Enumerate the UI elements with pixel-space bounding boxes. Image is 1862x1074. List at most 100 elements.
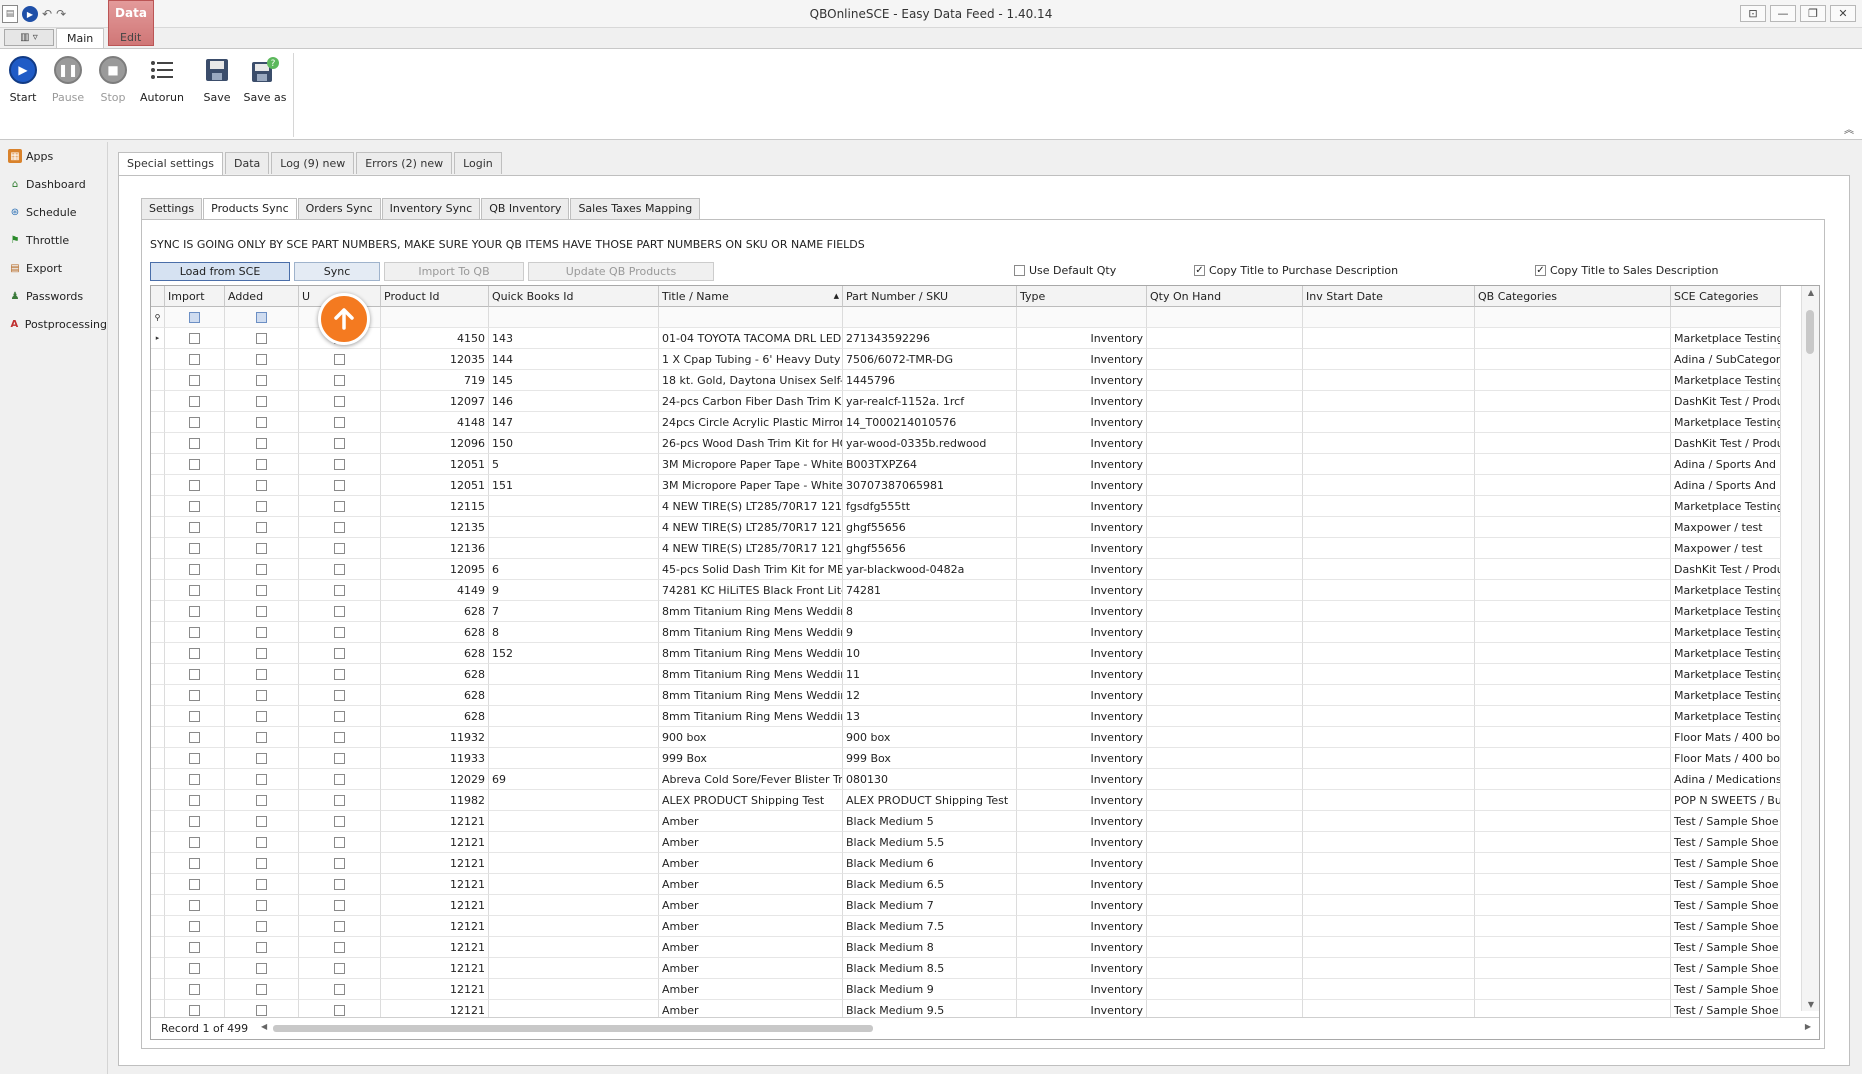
column-header-quickbooks-id[interactable]: Quick Books Id (489, 286, 659, 307)
row-indicator[interactable] (151, 685, 165, 706)
cell-qty-on-hand[interactable] (1147, 832, 1303, 853)
u-checkbox[interactable] (334, 521, 345, 533)
cell-qb-categories[interactable] (1475, 769, 1671, 790)
added-checkbox[interactable] (256, 941, 267, 953)
restore-layout-button[interactable]: ⊡ (1740, 5, 1766, 22)
added-checkbox[interactable] (256, 668, 267, 680)
added-checkbox[interactable] (256, 374, 267, 386)
cell-quickbooks-id[interactable] (489, 853, 659, 874)
import-checkbox[interactable] (189, 668, 200, 680)
cell-inv-start-date[interactable] (1303, 643, 1475, 664)
copy-title-sales-option[interactable]: ✓ Copy Title to Sales Description (1535, 264, 1718, 277)
cell-part-number[interactable]: Black Medium 8.5 (843, 958, 1017, 979)
added-checkbox[interactable] (256, 458, 267, 470)
cell-type[interactable]: Inventory (1017, 475, 1147, 496)
cell-inv-start-date[interactable] (1303, 517, 1475, 538)
u-checkbox[interactable] (334, 542, 345, 554)
cell-qty-on-hand[interactable] (1147, 769, 1303, 790)
u-checkbox[interactable] (334, 689, 345, 701)
cell-title[interactable]: Amber (659, 895, 843, 916)
cell-type[interactable]: Inventory (1017, 979, 1147, 1000)
cell-quickbooks-id[interactable] (489, 916, 659, 937)
cell-quickbooks-id[interactable] (489, 895, 659, 916)
u-checkbox[interactable] (334, 374, 345, 386)
row-indicator[interactable] (151, 874, 165, 895)
import-checkbox[interactable] (189, 584, 200, 596)
cell-quickbooks-id[interactable]: 147 (489, 412, 659, 433)
cell-qb-categories[interactable] (1475, 937, 1671, 958)
cell-title[interactable]: Amber (659, 937, 843, 958)
cell-title[interactable]: 26-pcs Wood Dash Trim Kit for HO... (659, 433, 843, 454)
cell-qb-categories[interactable] (1475, 433, 1671, 454)
sidebar-item-export[interactable]: ▤ Export (0, 254, 107, 282)
table-row[interactable]: 6281528mm Titanium Ring Mens Wedding ...… (151, 643, 1801, 664)
row-indicator[interactable] (151, 433, 165, 454)
u-checkbox[interactable] (334, 878, 345, 890)
added-checkbox[interactable] (256, 353, 267, 365)
u-checkbox[interactable] (334, 500, 345, 512)
cell-type[interactable]: Inventory (1017, 685, 1147, 706)
row-indicator[interactable] (151, 517, 165, 538)
cell-sce-categories[interactable]: Marketplace Testing / (1671, 580, 1781, 601)
cell-qb-categories[interactable] (1475, 874, 1671, 895)
cell-qty-on-hand[interactable] (1147, 601, 1303, 622)
cell-inv-start-date[interactable] (1303, 790, 1475, 811)
cell-qb-categories[interactable] (1475, 601, 1671, 622)
cell-quickbooks-id[interactable] (489, 664, 659, 685)
cell-type[interactable]: Inventory (1017, 727, 1147, 748)
cell-title[interactable]: Amber (659, 916, 843, 937)
cell-inv-start-date[interactable] (1303, 559, 1475, 580)
cell-title[interactable]: 900 box (659, 727, 843, 748)
added-checkbox[interactable] (256, 815, 267, 827)
cell-quickbooks-id[interactable] (489, 937, 659, 958)
import-checkbox[interactable] (189, 521, 200, 533)
cell-quickbooks-id[interactable]: 5 (489, 454, 659, 475)
cell-product-id[interactable]: 12051 (381, 475, 489, 496)
cell-type[interactable]: Inventory (1017, 664, 1147, 685)
cell-sce-categories[interactable]: Marketplace Testing / (1671, 496, 1781, 517)
cell-qty-on-hand[interactable] (1147, 580, 1303, 601)
cell-inv-start-date[interactable] (1303, 601, 1475, 622)
cell-qty-on-hand[interactable] (1147, 790, 1303, 811)
scroll-right-icon[interactable]: ▶ (1805, 1022, 1811, 1031)
sidebar-item-postprocessing[interactable]: A Postprocessing (0, 310, 107, 338)
cell-part-number[interactable]: 1445796 (843, 370, 1017, 391)
cell-qb-categories[interactable] (1475, 706, 1671, 727)
column-header-added[interactable]: Added (225, 286, 299, 307)
cell-qb-categories[interactable] (1475, 391, 1671, 412)
row-indicator[interactable] (151, 559, 165, 580)
scroll-down-icon[interactable]: ▼ (1802, 1000, 1819, 1009)
sidebar-item-schedule[interactable]: ⊛ Schedule (0, 198, 107, 226)
cell-qty-on-hand[interactable] (1147, 475, 1303, 496)
cell-product-id[interactable]: 12136 (381, 538, 489, 559)
cell-inv-start-date[interactable] (1303, 349, 1475, 370)
filter-qty-on-hand[interactable] (1147, 307, 1303, 328)
cell-title[interactable]: 8mm Titanium Ring Mens Wedding ... (659, 643, 843, 664)
table-row[interactable]: 628 8mm Titanium Ring Mens Wedding ...12I… (151, 685, 1801, 706)
table-row[interactable]: 12035 144 1 X Cpap Tubing - 6' Heavy Duty 7… (151, 349, 1801, 370)
cell-inv-start-date[interactable] (1303, 454, 1475, 475)
row-indicator[interactable] (151, 496, 165, 517)
row-indicator[interactable] (151, 664, 165, 685)
cell-product-id[interactable]: 11933 (381, 748, 489, 769)
cell-qty-on-hand[interactable] (1147, 748, 1303, 769)
row-indicator[interactable] (151, 412, 165, 433)
cell-product-id[interactable]: 12121 (381, 916, 489, 937)
cell-sce-categories[interactable]: Adina / SubCategory I (1671, 349, 1781, 370)
added-checkbox[interactable] (256, 437, 267, 449)
u-checkbox[interactable] (334, 479, 345, 491)
tab-errors[interactable]: Errors (2) new (356, 152, 453, 174)
cell-product-id[interactable]: 12029 (381, 769, 489, 790)
row-indicator[interactable] (151, 853, 165, 874)
cell-qty-on-hand[interactable] (1147, 370, 1303, 391)
import-checkbox[interactable] (189, 542, 200, 554)
cell-inv-start-date[interactable] (1303, 391, 1475, 412)
cell-part-number[interactable]: Black Medium 5 (843, 811, 1017, 832)
cell-sce-categories[interactable]: DashKit Test / Produc (1671, 391, 1781, 412)
cell-part-number[interactable]: ghgf55656 (843, 538, 1017, 559)
filter-sce-categories[interactable] (1671, 307, 1781, 328)
cell-type[interactable]: Inventory (1017, 454, 1147, 475)
cell-qb-categories[interactable] (1475, 979, 1671, 1000)
cell-sce-categories[interactable]: Adina / Medications Ar (1671, 769, 1781, 790)
added-checkbox[interactable] (256, 479, 267, 491)
